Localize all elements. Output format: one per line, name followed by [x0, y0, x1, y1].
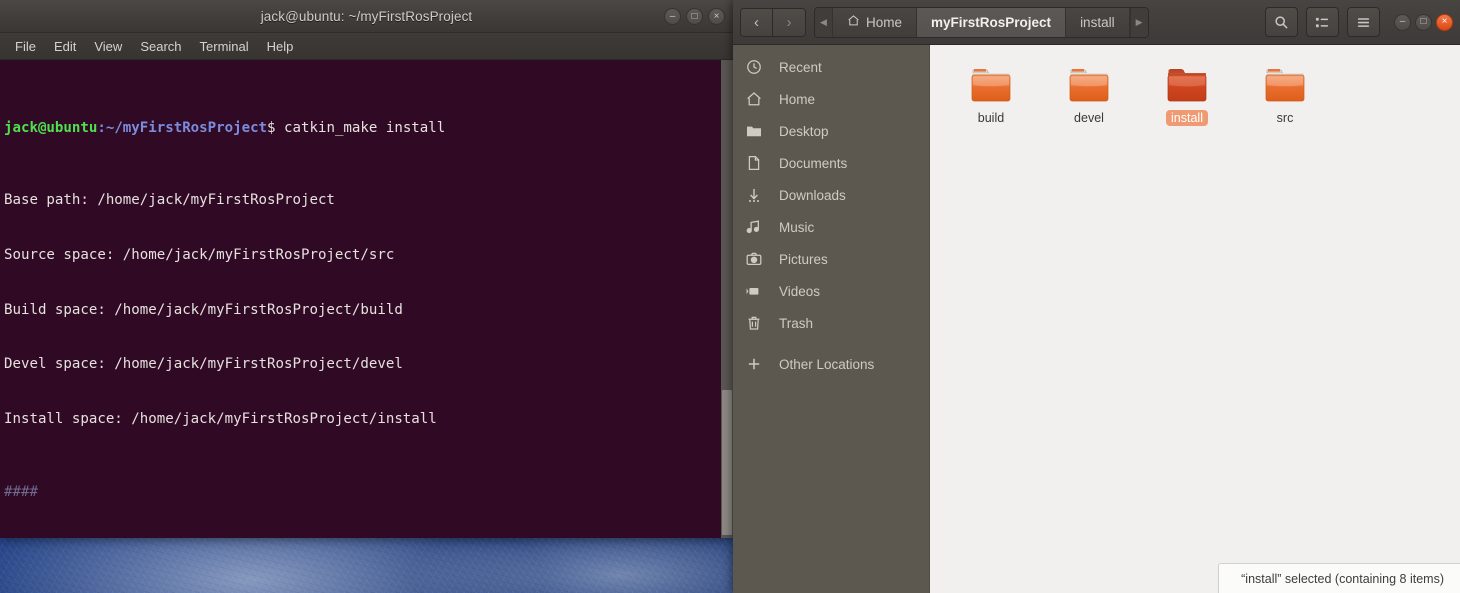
terminal-line: Source space: /home/jack/myFirstRosProje… — [4, 247, 395, 263]
clock-icon — [745, 59, 763, 75]
sidebar-item-documents[interactable]: Documents — [733, 147, 929, 179]
breadcrumb-label: install — [1080, 14, 1115, 30]
terminal-line: Base path: /home/jack/myFirstRosProject — [4, 192, 335, 209]
video-camera-icon — [745, 283, 763, 299]
terminal-titlebar[interactable]: jack@ubuntu: ~/myFirstRosProject – □ × — [0, 0, 733, 33]
breadcrumb-item-home[interactable]: Home — [833, 7, 918, 37]
menu-help[interactable]: Help — [259, 36, 302, 57]
sidebar-label: Other Locations — [779, 356, 875, 372]
terminal-window-controls: – □ × — [664, 0, 725, 33]
list-item-label: build — [977, 111, 1005, 125]
menu-terminal[interactable]: Terminal — [192, 36, 257, 57]
terminal-command-line: jack@ubuntu:~/myFirstRosProject$ catkin_… — [4, 119, 733, 137]
menu-view[interactable]: View — [86, 36, 130, 57]
camera-icon — [745, 251, 763, 267]
list-item[interactable]: build — [944, 59, 1038, 145]
home-icon — [745, 91, 763, 107]
folder-icon — [1066, 65, 1112, 105]
file-manager-minimize-button[interactable]: – — [1394, 13, 1411, 31]
sidebar-item-desktop[interactable]: Desktop — [733, 115, 929, 147]
file-manager-maximize-button[interactable]: □ — [1415, 13, 1432, 31]
list-view-icon[interactable] — [1306, 7, 1339, 37]
file-manager-content[interactable]: build devel install src “install” select… — [930, 45, 1460, 593]
folder-icon — [968, 65, 1014, 105]
folder-icon — [1164, 65, 1210, 105]
typed-command: catkin_make install — [284, 119, 446, 136]
breadcrumb-label: myFirstRosProject — [931, 14, 1052, 30]
menu-file[interactable]: File — [7, 36, 44, 57]
navigation-button-group: ‹ › — [740, 7, 806, 37]
sidebar-item-recent[interactable]: Recent — [733, 51, 929, 83]
document-icon — [745, 155, 763, 171]
terminal-scrollbar-thumb[interactable] — [722, 390, 732, 535]
list-item[interactable]: devel — [1042, 59, 1136, 145]
folder-icon — [745, 123, 763, 139]
file-manager-window-controls: – □ × — [1394, 13, 1453, 31]
terminal-line: Build space: /home/jack/myFirstRosProjec… — [4, 301, 403, 318]
breadcrumb-item-myfirstrosproject[interactable]: myFirstRosProject — [917, 7, 1067, 37]
breadcrumb-label: Home — [866, 14, 903, 30]
sidebar-item-pictures[interactable]: Pictures — [733, 243, 929, 275]
file-manager-headerbar: ‹ › ◀ Home myFirstRosProject install ▶ –… — [733, 0, 1460, 45]
menu-search[interactable]: Search — [132, 36, 189, 57]
hamburger-menu-icon[interactable] — [1347, 7, 1380, 37]
list-item-selected[interactable]: install — [1140, 59, 1234, 145]
terminal-scrollbar[interactable] — [721, 60, 733, 538]
prompt-user: jack@ubuntu — [4, 119, 98, 136]
terminal-menubar: File Edit View Search Terminal Help — [0, 33, 733, 60]
prompt-symbol: $ — [267, 119, 285, 136]
sidebar-label: Videos — [779, 283, 821, 299]
list-item-label: src — [1276, 111, 1294, 125]
sidebar-label: Desktop — [779, 123, 829, 139]
sidebar-item-music[interactable]: Music — [733, 211, 929, 243]
music-note-icon — [745, 219, 763, 235]
sidebar-item-home[interactable]: Home — [733, 83, 929, 115]
breadcrumb: ◀ Home myFirstRosProject install ▶ — [814, 6, 1149, 38]
terminal-output-area[interactable]: jack@ubuntu:~/myFirstRosProject$ catkin_… — [0, 60, 733, 538]
sidebar-item-other-locations[interactable]: Other Locations — [733, 348, 929, 380]
sidebar-item-trash[interactable]: Trash — [733, 307, 929, 339]
back-button[interactable]: ‹ — [741, 8, 773, 36]
plus-icon — [745, 356, 763, 372]
sidebar-label: Pictures — [779, 251, 828, 267]
breadcrumb-scroll-right-icon[interactable]: ▶ — [1129, 7, 1148, 37]
sidebar-item-downloads[interactable]: Downloads — [733, 179, 929, 211]
trash-icon — [745, 315, 763, 331]
terminal-running-line: #### Running command: "make cmake_check_… — [4, 537, 733, 538]
sidebar-label: Trash — [779, 315, 814, 331]
list-item-label: devel — [1074, 111, 1104, 125]
terminal-minimize-button[interactable]: – — [664, 8, 681, 25]
terminal-text: jack@ubuntu:~/myFirstRosProject$ catkin_… — [4, 64, 733, 538]
prompt-path: :~/myFirstRosProject — [97, 119, 268, 136]
terminal-close-button[interactable]: × — [708, 8, 725, 25]
file-manager-window[interactable]: ‹ › ◀ Home myFirstRosProject install ▶ –… — [733, 0, 1460, 593]
file-manager-sidebar: Recent Home Desktop Documents Downloads … — [733, 45, 930, 593]
breadcrumb-scroll-left-icon[interactable]: ◀ — [815, 7, 833, 37]
sidebar-label: Home — [779, 91, 816, 107]
folder-icon — [1262, 65, 1308, 105]
sidebar-item-videos[interactable]: Videos — [733, 275, 929, 307]
sidebar-label: Downloads — [779, 187, 846, 203]
terminal-window[interactable]: jack@ubuntu: ~/myFirstRosProject – □ × F… — [0, 0, 733, 538]
search-icon[interactable] — [1265, 7, 1298, 37]
status-bar: “install” selected (containing 8 items) — [1218, 563, 1460, 593]
sidebar-label: Recent — [779, 59, 822, 75]
list-item[interactable]: src — [1238, 59, 1332, 145]
breadcrumb-item-install[interactable]: install — [1066, 7, 1130, 37]
forward-button[interactable]: › — [773, 8, 805, 36]
file-manager-main: Recent Home Desktop Documents Downloads … — [733, 45, 1460, 593]
list-item-label: install — [1166, 110, 1208, 126]
sidebar-label: Documents — [779, 155, 848, 171]
terminal-hash-line: #### — [4, 483, 38, 500]
home-icon — [847, 14, 860, 30]
terminal-maximize-button[interactable]: □ — [686, 8, 703, 25]
terminal-title: jack@ubuntu: ~/myFirstRosProject — [260, 8, 473, 24]
menu-edit[interactable]: Edit — [46, 36, 84, 57]
terminal-line: Install space: /home/jack/myFirstRosProj… — [4, 410, 437, 427]
sidebar-label: Music — [779, 219, 815, 235]
download-arrow-icon — [745, 187, 763, 203]
file-manager-close-button[interactable]: × — [1436, 13, 1453, 31]
terminal-line: Devel space: /home/jack/myFirstRosProjec… — [4, 356, 403, 373]
